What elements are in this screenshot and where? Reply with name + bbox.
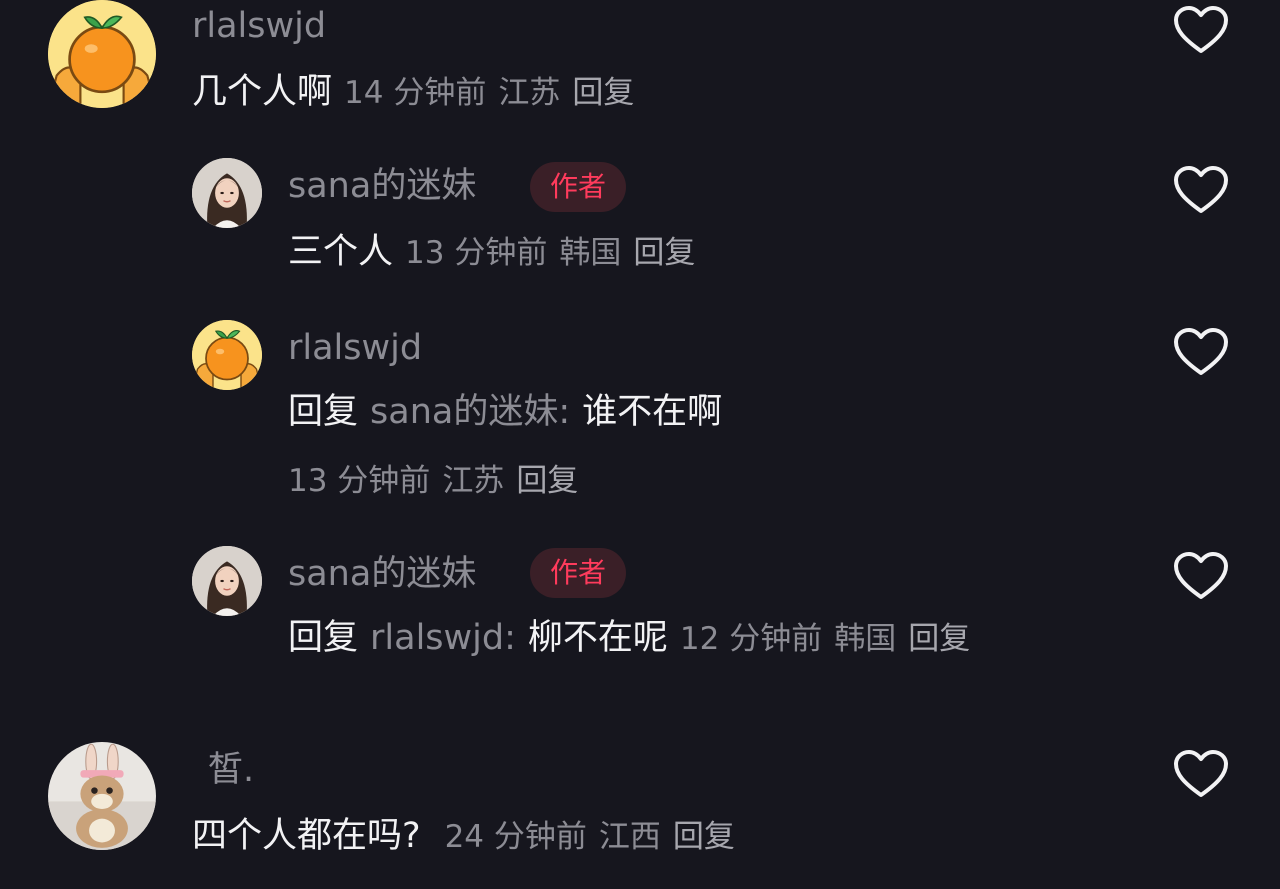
- reply-location: 江苏: [442, 463, 505, 499]
- girl-photo-avatar[interactable]: [192, 158, 262, 228]
- heart-outline-icon[interactable]: [1172, 164, 1230, 216]
- reply-button[interactable]: 回复: [572, 75, 634, 111]
- reply-time: 12 分钟前: [679, 621, 823, 657]
- comment-text: 四个人都在吗?: [192, 816, 421, 856]
- reply-prefix: 回复: [288, 392, 359, 432]
- reply-text: 柳不在呢: [527, 618, 668, 658]
- heart-outline-icon[interactable]: [1172, 748, 1230, 800]
- reply-time: 13 分钟前: [405, 235, 548, 271]
- reply-button[interactable]: 回复: [633, 235, 695, 271]
- bunny-plush-avatar[interactable]: [48, 742, 156, 850]
- reply-target-username[interactable]: sana的迷妹:: [370, 392, 570, 432]
- heart-outline-icon[interactable]: [1172, 4, 1230, 56]
- heart-outline-icon[interactable]: [1172, 550, 1230, 602]
- orange-avatar-icon[interactable]: [48, 0, 156, 108]
- reply-button[interactable]: 回复: [516, 463, 578, 499]
- reply-time: 13 分钟前: [288, 463, 431, 499]
- heart-outline-icon[interactable]: [1172, 326, 1230, 378]
- comment-time: 24 分钟前: [444, 819, 587, 855]
- reply-text: 三个人: [288, 232, 394, 272]
- reply-body: 三个人 13 分钟前 韩国 回复: [288, 230, 695, 275]
- reply-text: 谁不在啊: [582, 392, 723, 432]
- reply-username[interactable]: sana的迷妹: [288, 166, 476, 206]
- reply-meta: 13 分钟前 江苏 回复: [288, 458, 578, 503]
- comment-username[interactable]: rlalswjd: [192, 6, 326, 46]
- comment-text: 几个人啊: [192, 72, 333, 112]
- comment-location: 江苏: [498, 75, 561, 111]
- comment-location: 江西: [598, 819, 661, 855]
- reply-body: 回复 sana的迷妹: 谁不在啊: [288, 390, 722, 434]
- author-badge: 作者: [530, 162, 626, 212]
- comment-time: 14 分钟前: [344, 75, 487, 111]
- comment-username[interactable]: 皙.: [208, 750, 254, 790]
- reply-location: 韩国: [834, 621, 897, 657]
- orange-avatar-icon[interactable]: [192, 320, 262, 390]
- reply-username[interactable]: sana的迷妹: [288, 554, 476, 594]
- reply-username[interactable]: rlalswjd: [288, 328, 422, 368]
- reply-target-username[interactable]: rlalswjd:: [370, 618, 516, 658]
- reply-location: 韩国: [559, 235, 622, 271]
- girl-photo-avatar[interactable]: [192, 546, 262, 616]
- comment-body: 四个人都在吗? 24 分钟前 江西 回复: [192, 814, 735, 859]
- author-badge: 作者: [530, 548, 626, 598]
- reply-prefix: 回复: [288, 618, 359, 658]
- reply-body: 回复 rlalswjd: 柳不在呢 12 分钟前 韩国 回复: [288, 616, 970, 661]
- comment-body: 几个人啊 14 分钟前 江苏 回复: [192, 70, 634, 115]
- reply-button[interactable]: 回复: [908, 621, 970, 657]
- reply-button[interactable]: 回复: [673, 819, 735, 855]
